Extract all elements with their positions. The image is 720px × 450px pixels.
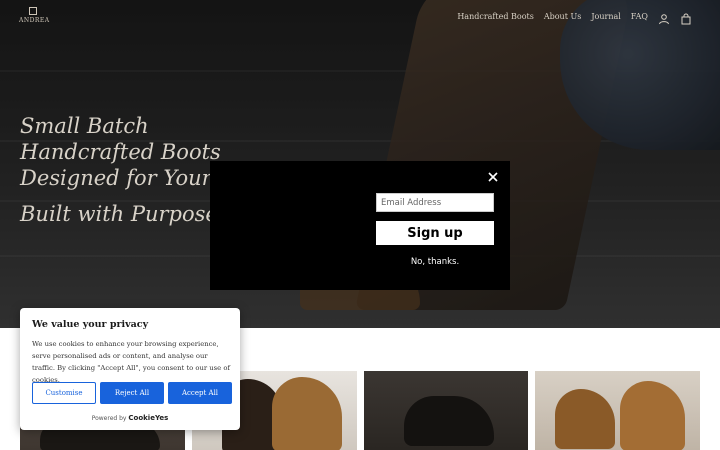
product-card[interactable]: [535, 371, 700, 450]
nav-handcrafted-boots[interactable]: Handcrafted Boots: [457, 12, 534, 21]
cookie-consent-banner: We value your privacy We use cookies to …: [20, 308, 240, 430]
logo-mark-icon: [29, 7, 37, 15]
main-nav: Handcrafted Boots About Us Journal FAQ: [457, 10, 692, 25]
hero-line-2: Handcrafted Boots: [20, 140, 221, 164]
close-icon[interactable]: [486, 169, 500, 183]
hero-line-3: Designed for Your S: [20, 166, 233, 190]
nav-journal[interactable]: Journal: [591, 12, 620, 21]
logo-wordmark: ANDREA: [19, 17, 50, 24]
cookie-body-text: We use cookies to enhance your browsing …: [32, 340, 230, 384]
no-thanks-link[interactable]: No, thanks.: [376, 257, 494, 267]
customise-button[interactable]: Customise: [32, 382, 96, 404]
cookieyes-logo[interactable]: CookieYes: [128, 414, 168, 422]
nav-faq[interactable]: FAQ: [631, 12, 648, 21]
powered-by-prefix: Powered by: [91, 415, 127, 422]
product-card[interactable]: [363, 371, 529, 450]
brand-logo[interactable]: ANDREA: [19, 7, 50, 29]
hero-line-1: Small Batch: [20, 114, 149, 138]
hero-headline: Small Batch Handcrafted Boots Designed f…: [20, 113, 240, 227]
nav-about-us[interactable]: About Us: [544, 12, 581, 21]
email-field[interactable]: [376, 193, 494, 212]
cookie-title: We value your privacy: [32, 319, 149, 330]
accept-all-button[interactable]: Accept All: [168, 382, 232, 404]
signup-button[interactable]: Sign up: [376, 221, 494, 245]
hero-subheadline: Built with Purpose: [20, 202, 218, 226]
powered-by: Powered by CookieYes: [20, 414, 240, 422]
cart-icon[interactable]: [680, 10, 692, 25]
reject-all-button[interactable]: Reject All: [100, 382, 164, 404]
newsletter-modal: Sign up No, thanks.: [210, 161, 510, 290]
account-icon[interactable]: [658, 10, 670, 25]
cookie-actions: Customise Reject All Accept All: [32, 382, 232, 404]
